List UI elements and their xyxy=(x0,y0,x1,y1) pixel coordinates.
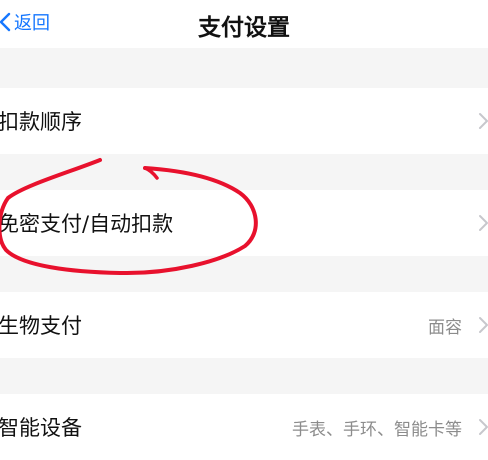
chevron-right-icon xyxy=(478,316,488,338)
page-title: 支付设置 xyxy=(198,15,290,41)
chevron-right-icon xyxy=(478,418,488,440)
row-label: 生物支付 xyxy=(0,314,82,338)
settings-row-biometric-payment[interactable]: 生物支付 面容 xyxy=(0,292,488,358)
row-value: 面容 xyxy=(428,318,462,338)
settings-row-smart-devices[interactable]: 智能设备 手表、手环、智能卡等 xyxy=(0,394,488,460)
navigation-bar: 返回 支付设置 xyxy=(0,0,488,48)
row-label: 扣款顺序 xyxy=(0,110,82,134)
row-label: 免密支付/自动扣款 xyxy=(0,212,174,236)
settings-row-deduction-order[interactable]: 扣款顺序 xyxy=(0,88,488,154)
settings-row-password-free-payment[interactable]: 免密支付/自动扣款 xyxy=(0,190,488,256)
chevron-right-icon xyxy=(478,214,488,236)
row-label: 智能设备 xyxy=(0,416,82,440)
chevron-right-icon xyxy=(478,112,488,134)
row-value: 手表、手环、智能卡等 xyxy=(292,420,462,440)
